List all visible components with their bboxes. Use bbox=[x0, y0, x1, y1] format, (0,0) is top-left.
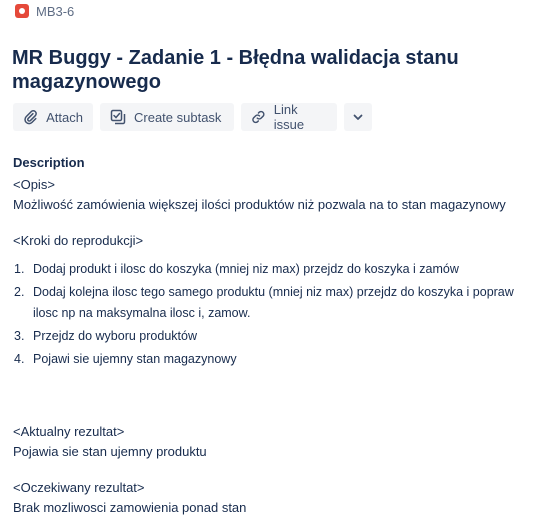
step-number: 2. bbox=[14, 285, 25, 299]
oczekiwany-text: Brak mozliwosci zamowienia ponad stan bbox=[13, 500, 247, 515]
breadcrumb: MB3-6 bbox=[15, 3, 74, 19]
link-issue-label: Link issue bbox=[273, 102, 305, 132]
opis-text: Możliwość zamówienia większej ilości pro… bbox=[13, 197, 506, 212]
create-subtask-label: Create subtask bbox=[134, 109, 222, 125]
list-item: 4. Pojawi sie ujemny stan magazynowy bbox=[14, 349, 519, 370]
create-subtask-button[interactable]: Create subtask bbox=[100, 103, 234, 131]
attach-label: Attach bbox=[46, 109, 83, 125]
link-icon bbox=[252, 110, 265, 124]
list-item: 3. Przejdz do wyboru produktów bbox=[14, 326, 519, 347]
step-text: Przejdz do wyboru produktów bbox=[33, 329, 197, 343]
attach-button[interactable]: Attach bbox=[13, 103, 93, 131]
oczekiwany-tag: <Oczekiwany rezultat> bbox=[13, 480, 145, 495]
issue-key-link[interactable]: MB3-6 bbox=[36, 4, 74, 19]
step-text: Dodaj produkt i ilosc do koszyka (mniej … bbox=[33, 262, 459, 276]
kroki-tag: <Kroki do reprodukcji> bbox=[13, 233, 144, 248]
more-actions-button[interactable] bbox=[344, 103, 372, 131]
step-number: 4. bbox=[14, 352, 25, 366]
issue-toolbar: Attach Create subtask Link issue bbox=[13, 102, 372, 132]
issue-title[interactable]: MR Buggy - Zadanie 1 - Błędna walidacja … bbox=[12, 46, 512, 94]
step-text: Pojawi sie ujemny stan magazynowy bbox=[33, 352, 237, 366]
subtask-icon bbox=[110, 109, 126, 125]
step-text: Dodaj kolejna ilosc tego samego produktu… bbox=[33, 285, 514, 320]
description-heading: Description bbox=[13, 155, 85, 170]
opis-tag: <Opis> bbox=[13, 177, 55, 192]
list-item: 2. Dodaj kolejna ilosc tego samego produ… bbox=[14, 282, 519, 324]
step-number: 3. bbox=[14, 329, 25, 343]
bug-icon bbox=[15, 4, 29, 18]
list-item: 1. Dodaj produkt i ilosc do koszyka (mni… bbox=[14, 259, 519, 280]
chevron-down-icon bbox=[353, 114, 363, 120]
step-number: 1. bbox=[14, 262, 25, 276]
aktualny-tag: <Aktualny rezultat> bbox=[13, 424, 125, 439]
link-issue-button[interactable]: Link issue bbox=[241, 102, 337, 132]
aktualny-text: Pojawia sie stan ujemny produktu bbox=[13, 444, 207, 459]
paperclip-icon bbox=[24, 110, 37, 125]
